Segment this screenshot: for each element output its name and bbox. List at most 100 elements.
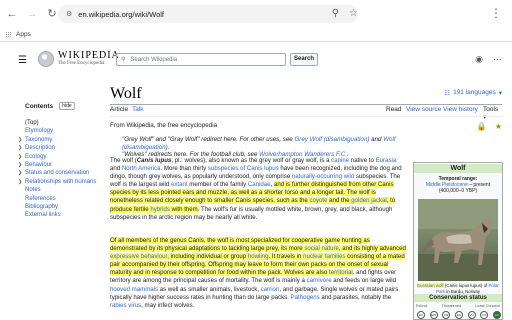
toc-item-label: Bibliography (25, 204, 59, 211)
search-input[interactable]: ⚲ Search Wikipedia (116, 53, 286, 66)
tab-talk[interactable]: Talk (132, 106, 144, 113)
link-hooved-mammals[interactable]: hooved mammals (110, 286, 158, 293)
site-info-icon[interactable]: ⚙ (66, 10, 72, 18)
link-extant[interactable]: extant (171, 181, 188, 188)
caption-text: (Canis lupus lupus) of (443, 283, 489, 288)
link-eurasian-wolf[interactable]: Eurasian wolf (417, 283, 444, 288)
toc-item-behaviour[interactable]: ❯ Behaviour (18, 161, 105, 169)
tab-view-history[interactable]: View history (443, 106, 478, 113)
tab-view-source[interactable]: View source (406, 106, 441, 113)
expand-chevron-icon[interactable]: ❯ (18, 161, 22, 169)
highlighted-text: , and its highly advanced (338, 245, 406, 253)
apps-grid-icon[interactable] (6, 31, 12, 38)
link-pathogens[interactable]: Pathogens (291, 294, 320, 301)
highlighted-text: , including individual or group (167, 253, 248, 261)
toc-item-references[interactable]: References (25, 195, 105, 203)
toc-item-etymology[interactable]: Etymology (25, 127, 105, 135)
link-social-nature[interactable]: social nature (304, 245, 339, 253)
link-hybrids[interactable]: hybrids (150, 205, 170, 213)
toc-item-ecology[interactable]: ❯ Ecology (18, 153, 105, 161)
link-rabies-virus[interactable]: rabies virus (110, 302, 141, 309)
scale-least-concern: Least Concern (475, 304, 500, 308)
expand-chevron-icon[interactable]: ❯ (18, 136, 22, 144)
site-sub: From Wikipedia, the free encyclopedia (110, 122, 218, 129)
expand-chevron-icon[interactable]: ❯ (18, 178, 22, 186)
text: and feeds on large wild (331, 277, 396, 285)
link-eurasia[interactable]: Eurasia (376, 157, 397, 164)
text: member of the family (187, 181, 248, 189)
status-cr: CR (442, 311, 451, 319)
search-placeholder: Search Wikipedia (130, 56, 178, 63)
expand-chevron-icon[interactable]: ❯ (18, 153, 22, 161)
link-carrion[interactable]: carrion (261, 286, 280, 293)
bookmark-star-icon[interactable]: ☆ (349, 8, 358, 19)
table-of-contents: Contents hide (Top) Etymology ❯ Taxonomy … (18, 102, 105, 220)
link-grey-wolf-disambiguation[interactable]: Grey Wolf (disambiguation) (294, 136, 369, 143)
toc-item-taxonomy[interactable]: ❯ Taxonomy (18, 136, 105, 144)
tab-article[interactable]: Article (110, 106, 128, 113)
link-canidae[interactable]: Canidae (248, 181, 271, 188)
address-bar[interactable]: ⚙ en.wikipedia.org/wiki/Wolf (58, 5, 358, 23)
link-coyote[interactable]: coyote (309, 197, 328, 205)
bookmark-apps[interactable]: Apps (16, 31, 31, 38)
chevron-down-icon: ▾ (498, 90, 502, 97)
search-button[interactable]: Search (290, 53, 318, 66)
highlighted-text: and the (327, 197, 352, 205)
link-nuclear-families[interactable]: nuclear families (303, 253, 346, 261)
appearance-icon[interactable]: ◉ (475, 54, 483, 65)
conservation-status-header: Conservation status (414, 294, 502, 302)
toc-item-status[interactable]: ❯ Status and conservation (18, 169, 105, 177)
expand-chevron-icon[interactable]: ❯ (18, 144, 22, 152)
more-options-icon[interactable]: ⋯ (493, 54, 502, 65)
text: native to (349, 157, 376, 164)
translate-icon: ☷ (444, 90, 451, 97)
hatnote-text: and (369, 136, 384, 143)
toc-item-label: References (25, 195, 56, 202)
link-golden-jackal[interactable]: golden jackal (351, 197, 387, 205)
zoom-search-icon[interactable]: ⚲ (332, 8, 339, 19)
browser-menu-icon[interactable]: ⋮ (490, 6, 502, 20)
link-territorial[interactable]: territorial (329, 269, 353, 277)
forward-button[interactable]: → (26, 8, 38, 20)
conservation-status-scale[interactable]: EX EW CR EN VU NT LC (417, 311, 501, 319)
text-bold: Canis lupus (136, 157, 172, 164)
link-naturally-occurring[interactable]: naturally-occurring wild (292, 173, 354, 180)
link-north-america[interactable]: North America (122, 165, 161, 172)
toc-item-notes[interactable]: Notes (25, 186, 105, 194)
back-button[interactable]: ← (6, 8, 18, 20)
link-canine[interactable]: canine (331, 157, 349, 164)
toc-item-bibliography[interactable]: Bibliography (25, 203, 105, 211)
wikipedia-globe-icon[interactable] (38, 51, 54, 67)
tools-menu[interactable]: Tools ▾ (483, 106, 502, 121)
link-subspecies[interactable]: subspecies of Canis lupus (208, 165, 279, 172)
infobox: Wolf Temporal range: Middle Pleistocene … (413, 162, 503, 320)
link-carnivore[interactable]: carnivore (307, 277, 332, 284)
expand-chevron-icon[interactable]: ❯ (18, 169, 22, 177)
infobox-title: Wolf (414, 164, 502, 173)
lock-icon[interactable]: 🔒 (477, 122, 487, 131)
title-divider (110, 104, 502, 105)
address-bar-actions: ⚲ ☆ (332, 8, 358, 19)
infobox-temporal-range: Temporal range: Middle Pleistocene – pre… (414, 176, 502, 194)
page-indicators: 🔒 ★ (477, 122, 502, 131)
status-lc: LC (492, 311, 501, 319)
link-expressive-behaviour[interactable]: expressive behaviour (110, 253, 168, 261)
tab-read[interactable]: Read (386, 106, 402, 113)
toc-item-label: Status and conservation (25, 170, 90, 177)
link-howling[interactable]: howling (247, 253, 269, 261)
scale-threatened: Threatened (441, 304, 462, 308)
toc-item-external-links[interactable]: External links (25, 211, 105, 219)
toc-item-description[interactable]: ❯ Description (18, 144, 105, 152)
highlighted-text: . It travels in (268, 253, 304, 261)
languages-button[interactable]: ☷ 191 languages ▾ (444, 89, 502, 97)
wolf-photo[interactable] (418, 199, 498, 281)
good-article-star-icon[interactable]: ★ (495, 122, 502, 131)
reload-button[interactable]: ↻ (46, 8, 58, 20)
main-menu-icon[interactable]: ☰ (18, 55, 27, 66)
toc-item-relationships[interactable]: ❯ Relationships with humans (18, 178, 105, 186)
wikipedia-logo[interactable]: WIKIPEDIA The Free Encyclopedia (58, 50, 120, 66)
range-years: (400,000–0 YBP) (438, 188, 478, 194)
toc-hide-button[interactable]: hide (59, 102, 75, 110)
toc-item-top[interactable]: (Top) (25, 119, 105, 127)
hatnote-text: . (167, 143, 170, 151)
